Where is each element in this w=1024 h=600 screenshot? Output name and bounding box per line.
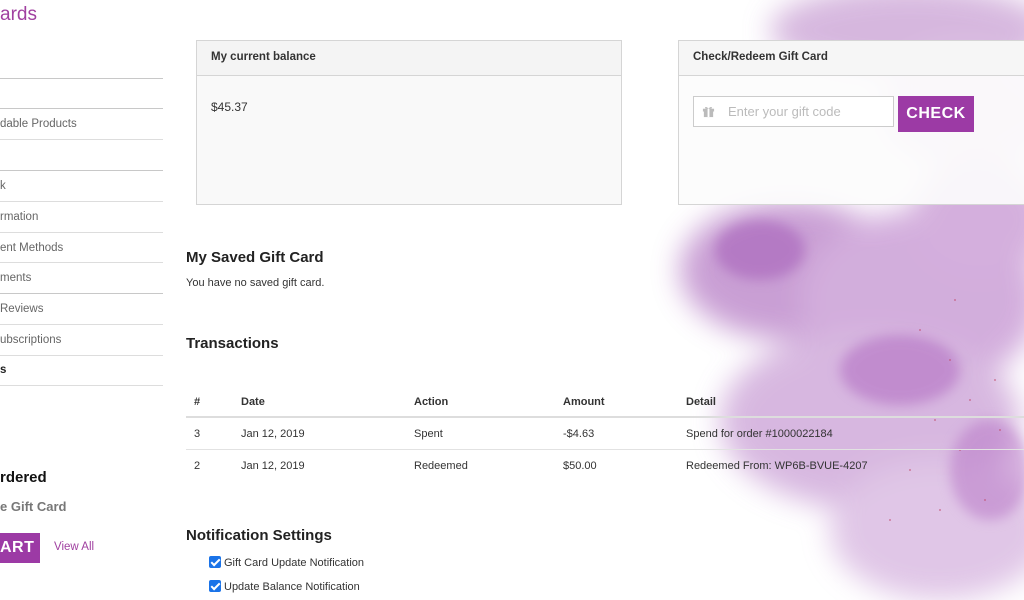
sidebar-item-downloadable-products[interactable]: dable Products [0,118,77,130]
account-sidebar: ards dable Products k rmation ent Method… [0,0,163,600]
nav-divider [0,108,163,109]
saved-gift-card-empty: You have no saved gift card. [186,277,325,289]
column-header-action: Action [414,396,449,408]
sidebar-item-payment-methods[interactable]: ent Methods [0,242,63,254]
nav-divider [0,232,163,233]
gift-code-input[interactable] [728,97,892,126]
checkbox-checked[interactable] [209,556,221,568]
cell-action: Spent [414,428,443,440]
cell-action: Redeemed [414,460,468,472]
table-row: 2 Jan 12, 2019 Redeemed $50.00 Redeemed … [186,450,1024,482]
gift-icon [702,106,715,118]
site-brand[interactable]: ards [0,4,37,26]
transactions-title: Transactions [186,335,279,352]
check-button[interactable]: CHECK [898,96,974,132]
nav-divider [0,78,163,79]
notification-option-label: Update Balance Notification [224,581,360,593]
cell-date: Jan 12, 2019 [241,460,305,472]
balance-value: $45.37 [211,100,248,114]
sidebar-item-gift-cards[interactable]: s [0,364,6,376]
sidebar-item-address-book[interactable]: k [0,180,6,192]
add-to-cart-button[interactable]: ART [0,533,40,563]
sidebar-item-account-information[interactable]: rmation [0,211,38,223]
view-all-link[interactable]: View All [54,541,94,553]
nav-divider [0,139,163,140]
notification-option-update-balance[interactable]: Update Balance Notification [209,580,360,593]
redeem-panel: Check/Redeem Gift Card CHECK [678,40,1024,205]
column-header-number: # [194,396,201,408]
sidebar-item-agreements[interactable]: ments [0,272,31,284]
cell-amount: -$4.63 [563,428,595,440]
redeem-panel-title: Check/Redeem Gift Card [679,41,1024,76]
nav-divider [0,201,163,202]
nav-divider [0,293,163,294]
notification-option-gift-card-update[interactable]: Gift Card Update Notification [209,556,364,569]
column-header-date: Date [241,396,265,408]
recently-ordered-title: rdered [0,469,47,486]
nav-divider [0,170,163,171]
cell-detail: Redeemed From: WP6B-BVUE-4207 [686,460,868,472]
cell-number: 3 [194,428,201,440]
table-header-row: # Date Action Amount Detail [186,388,1024,418]
sidebar-item-subscriptions[interactable]: ubscriptions [0,334,61,346]
gift-code-field[interactable] [693,96,894,127]
checkbox-checked[interactable] [209,580,221,592]
recently-ordered-product[interactable]: e Gift Card [0,499,66,514]
nav-divider [0,324,163,325]
balance-panel-title: My current balance [197,41,621,76]
sidebar-item-reviews[interactable]: Reviews [0,303,43,315]
notification-option-label: Gift Card Update Notification [224,557,365,569]
nav-divider [0,385,163,386]
column-header-detail: Detail [686,396,716,408]
table-row: 3 Jan 12, 2019 Spent -$4.63 Spend for or… [186,418,1024,450]
saved-gift-card-title: My Saved Gift Card [186,249,324,266]
cell-number: 2 [194,460,201,472]
nav-divider [0,355,163,356]
cell-date: Jan 12, 2019 [241,428,305,440]
notification-settings-title: Notification Settings [186,527,332,544]
transactions-table: # Date Action Amount Detail 3 Jan 12, 20… [186,388,1024,482]
nav-divider [0,262,163,263]
cell-amount: $50.00 [563,460,597,472]
column-header-amount: Amount [563,396,605,408]
balance-panel: My current balance $45.37 [196,40,622,205]
cell-detail: Spend for order #1000022184 [686,428,833,440]
